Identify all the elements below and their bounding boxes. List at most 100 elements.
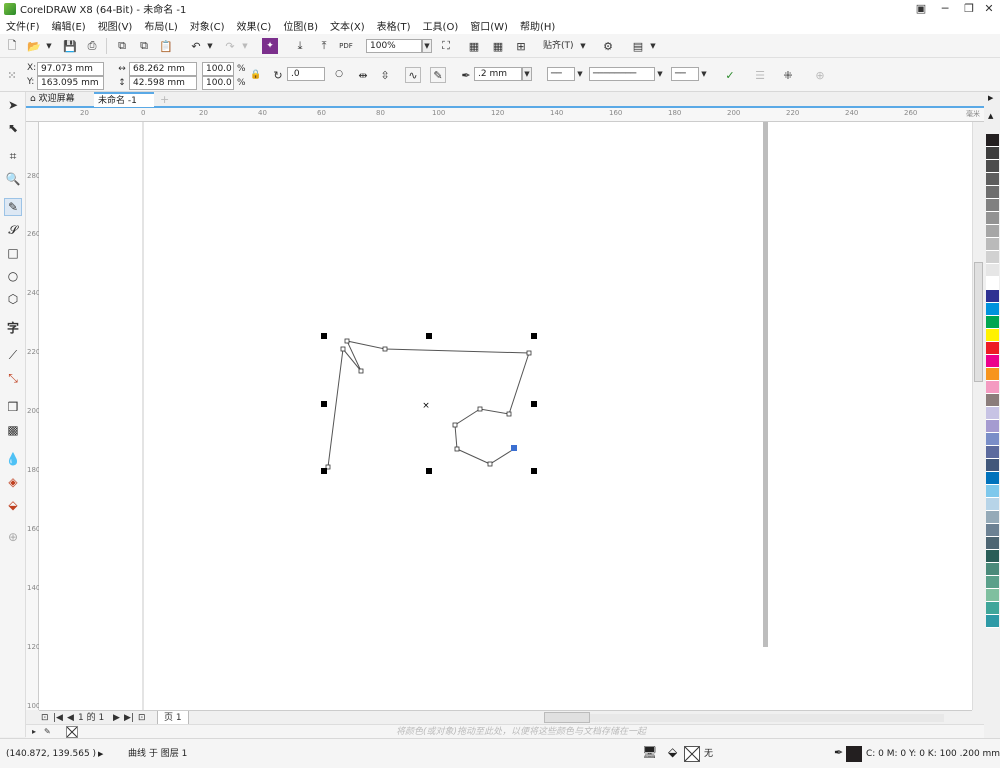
menu-edit[interactable]: 编辑(E) (52, 18, 86, 33)
mirror-horizontal-icon[interactable]: ⇹ (355, 67, 371, 83)
paste-icon[interactable]: 📋 (158, 38, 174, 54)
prev-page-icon[interactable]: ◀ (67, 711, 74, 725)
eyedropper-tool-icon[interactable]: 💧 (4, 450, 22, 468)
tab-document[interactable]: 未命名 -1 (94, 92, 154, 107)
palette-swatch[interactable] (986, 303, 999, 316)
transparency-tool-icon[interactable]: ▩ (4, 421, 22, 439)
y-position-input[interactable]: 163.095 mm (37, 76, 104, 90)
redo-dropdown-icon[interactable]: ▼ (240, 39, 250, 53)
palette-swatch[interactable] (986, 615, 999, 628)
palette-swatch[interactable] (986, 225, 999, 238)
lock-ratio-icon[interactable]: 🔒 (248, 67, 264, 83)
zoom-tool-icon[interactable]: 🔍 (4, 170, 22, 188)
drawing-surface[interactable]: × (39, 122, 972, 710)
export-icon[interactable]: ⤒ (316, 38, 332, 54)
outline-color-swatch[interactable] (846, 746, 862, 762)
vertical-scroll-thumb[interactable] (974, 262, 983, 382)
text-tool-icon[interactable]: 字 (4, 318, 22, 336)
palette-swatch[interactable] (986, 407, 999, 420)
drop-shadow-tool-icon[interactable]: ❒ (4, 398, 22, 416)
vertical-ruler[interactable]: 280 260 240 220 200 180 160 140 120 100 (26, 122, 40, 710)
line-style-dropdown-icon[interactable]: ▼ (655, 67, 665, 81)
next-page-icon[interactable]: ▶ (113, 711, 120, 725)
palette-swatch[interactable] (986, 277, 999, 290)
copy-icon[interactable]: ⧉ (136, 38, 152, 54)
menu-layout[interactable]: 布局(L) (144, 18, 177, 33)
wrap-text-icon[interactable]: ☰ (752, 67, 768, 83)
drawing-canvas[interactable]: × (39, 122, 972, 710)
palette-swatch[interactable] (986, 524, 999, 537)
menu-file[interactable]: 文件(F) (6, 18, 40, 33)
palette-swatch[interactable] (986, 355, 999, 368)
palette-swatch[interactable] (986, 420, 999, 433)
end-arrowhead-dropdown-icon[interactable]: ▼ (699, 67, 709, 81)
tab-welcome-screen[interactable]: ⌂ 欢迎屏幕 (26, 92, 92, 107)
palette-swatch[interactable] (986, 589, 999, 602)
palette-swatch[interactable] (986, 342, 999, 355)
zoom-level-input[interactable]: 100% (366, 39, 422, 53)
add-icon[interactable]: ⊕ (812, 67, 828, 83)
open-folder-icon[interactable]: 📂 (26, 38, 42, 54)
palette-swatch[interactable] (986, 498, 999, 511)
application-launcher-icon[interactable]: ▤ (630, 38, 646, 54)
scale-x-input[interactable]: 100.0 (202, 62, 234, 76)
end-node-selected[interactable] (511, 445, 517, 451)
launcher-dropdown-icon[interactable]: ▼ (648, 39, 658, 53)
show-rulers-icon[interactable]: ▦ (466, 38, 482, 54)
smart-fill-tool-icon[interactable]: ⬙ (4, 496, 22, 514)
eyedropper-icon[interactable]: ✎ (44, 725, 51, 739)
zoom-dropdown-icon[interactable]: ▼ (422, 39, 432, 53)
new-document-icon[interactable]: 🗋 (4, 38, 20, 54)
menu-table[interactable]: 表格(T) (377, 18, 411, 33)
palette-swatch[interactable] (986, 550, 999, 563)
import-icon[interactable]: ⤓ (292, 38, 308, 54)
palette-swatch[interactable] (986, 446, 999, 459)
palette-swatch[interactable] (986, 394, 999, 407)
redo-icon[interactable]: ↷ (222, 38, 238, 54)
palette-swatch[interactable] (986, 264, 999, 277)
mirror-vertical-icon[interactable]: ⇳ (377, 67, 393, 83)
close-curve-icon[interactable]: ✓ (722, 67, 738, 83)
line-style-select[interactable]: ──────── (589, 67, 655, 81)
publish-pdf-icon[interactable]: PDF (338, 38, 354, 54)
add-page-icon[interactable]: ⊡ (138, 711, 146, 725)
crop-tool-icon[interactable]: ⌗ (4, 147, 22, 165)
docker-expand-icon[interactable]: ▶ (988, 94, 993, 102)
palette-swatch[interactable] (986, 563, 999, 576)
full-screen-icon[interactable]: ⛶ (438, 38, 454, 54)
undo-dropdown-icon[interactable]: ▼ (205, 39, 215, 53)
prev-first-icon[interactable]: |◀ (53, 711, 63, 725)
fill-bucket-icon[interactable]: ⬙ (668, 745, 677, 759)
color-palette[interactable] (986, 134, 999, 709)
palette-swatch[interactable] (986, 160, 999, 173)
options-gear-icon[interactable]: ⚙ (600, 38, 616, 54)
palette-swatch[interactable] (986, 472, 999, 485)
fill-none-swatch[interactable] (684, 746, 700, 762)
print-icon[interactable]: ⎙ (84, 38, 100, 54)
palette-swatch[interactable] (986, 134, 999, 147)
menu-bitmaps[interactable]: 位图(B) (283, 18, 318, 33)
palette-swatch[interactable] (986, 537, 999, 550)
bounding-box-icon[interactable]: ⁜ (780, 67, 796, 83)
ellipse-tool-icon[interactable]: ○ (4, 267, 22, 285)
palette-swatch[interactable] (986, 576, 999, 589)
pick-tool-icon[interactable]: ➤ (4, 96, 22, 114)
shape-tool-icon[interactable]: ⬉ (4, 119, 22, 137)
curve-edit-icon[interactable]: ∿ (405, 67, 421, 83)
menu-window[interactable]: 窗口(W) (470, 18, 508, 33)
palette-scroll-up-icon[interactable]: ▲ (988, 112, 993, 120)
x-position-input[interactable]: 97.073 mm (37, 62, 104, 76)
search-content-icon[interactable]: ✦ (262, 38, 278, 54)
end-arrowhead-select[interactable]: ── (671, 67, 699, 81)
palette-swatch[interactable] (986, 485, 999, 498)
open-dropdown-icon[interactable]: ▼ (44, 39, 54, 53)
snap-dropdown-icon[interactable]: ▼ (578, 39, 588, 53)
palette-swatch[interactable] (986, 602, 999, 615)
rectangle-tool-icon[interactable]: □ (4, 244, 22, 262)
palette-swatch[interactable] (986, 238, 999, 251)
horizontal-ruler[interactable]: 20 0 20 40 60 80 100 120 140 160 180 200… (26, 108, 984, 122)
horizontal-scroll-thumb[interactable] (544, 712, 590, 723)
palette-flyout-icon[interactable]: ▸ (32, 725, 36, 739)
horizontal-scrollbar[interactable]: ◀ (544, 714, 944, 722)
palette-swatch[interactable] (986, 316, 999, 329)
